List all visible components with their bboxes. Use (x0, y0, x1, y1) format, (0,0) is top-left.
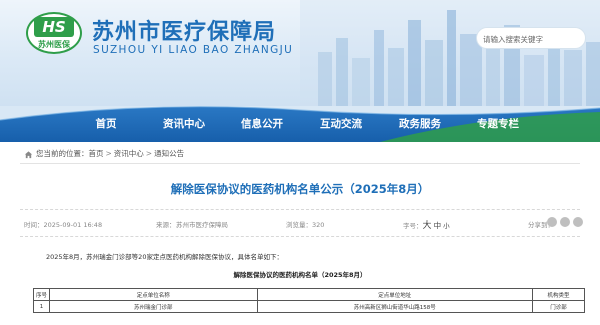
home-icon (24, 150, 33, 158)
breadcrumb-label: 您当前的位置： (36, 149, 89, 158)
site-subtitle: SUZHOU YI LIAO BAO ZHANGJU (93, 44, 294, 56)
font-size-control: 字号：大 中 小 (403, 218, 450, 231)
wechat-icon[interactable] (547, 217, 557, 227)
source-value: 苏州市医疗保障局 (176, 221, 228, 229)
main-nav: 首页 资讯中心 信息公开 互动交流 政务服务 专题专栏 (0, 106, 600, 142)
font-size-label: 字号： (403, 222, 423, 230)
font-size-large[interactable]: 大 (423, 221, 432, 231)
nav-item-special-topics[interactable]: 专题专栏 (470, 114, 526, 134)
source-label: 来源： (156, 221, 176, 229)
logo-mark: HS (34, 17, 74, 37)
breadcrumb: 您当前的位置：首页 > 资讯中心 > 通知公告 (24, 148, 184, 160)
breadcrumb-home[interactable]: 首页 (89, 149, 104, 158)
table-header-cell: 定点单位名称 (49, 288, 258, 301)
nav-item-info-disclosure[interactable]: 信息公开 (234, 114, 290, 134)
nav-item-interaction[interactable]: 互动交流 (313, 114, 369, 134)
logo-caption: 苏州医保 (38, 40, 70, 49)
table-header-cell: 机构类型 (532, 288, 585, 301)
divider (20, 163, 580, 164)
nav-item-services[interactable]: 政务服务 (392, 114, 448, 134)
table-row: 1 苏州瑞金门诊部 苏州高新区狮山街道华山路158号 门诊部 (32, 300, 585, 313)
weibo-icon[interactable] (560, 217, 570, 227)
table-header-row: 序号 定点单位名称 定点单位地址 机构类型 (32, 288, 585, 301)
search-input[interactable] (483, 31, 579, 47)
table-header-cell: 序号 (32, 288, 51, 301)
font-size-medium[interactable]: 中 (434, 221, 442, 230)
table-title: 解除医保协议的医药机构名单（2025年8月） (233, 271, 367, 279)
site-logo[interactable]: HS 苏州医保 (26, 12, 84, 56)
institution-table: 序号 定点单位名称 定点单位地址 机构类型 1 苏州瑞金门诊部 苏州高新区狮山街… (32, 288, 585, 313)
table-header-cell: 定点单位地址 (256, 288, 534, 301)
breadcrumb-separator: > (145, 149, 153, 158)
article-meta-bar: 时间：2025-09-01 16:48 来源： 苏州市医疗保障局 浏览量：320… (20, 209, 583, 237)
breadcrumb-separator: > (105, 149, 112, 158)
breadcrumb-notices[interactable]: 通知公告 (154, 149, 184, 158)
site-header: HS 苏州医保 苏州市医疗保障局 SUZHOU YI LIAO BAO ZHAN… (0, 0, 600, 106)
nav-item-news[interactable]: 资讯中心 (156, 114, 212, 134)
city-skyline-banner (300, 0, 600, 106)
publish-date: 时间：2025-09-01 16:48 (24, 221, 103, 229)
font-size-small[interactable]: 小 (443, 222, 450, 230)
table-cell: 苏州高新区狮山街道华山路158号 (256, 300, 534, 313)
article-intro: 2025年8月，苏州瑞金门诊部等20家定点医药机构解除医保协议，具体名单如下： (46, 253, 283, 261)
article-title: 解除医保协议的医药机构名单公示（2025年8月） (170, 182, 430, 196)
table-cell: 门诊部 (532, 300, 585, 313)
view-count: 浏览量：320 (286, 221, 325, 229)
breadcrumb-news[interactable]: 资讯中心 (114, 149, 144, 158)
qq-icon[interactable] (573, 217, 583, 227)
nav-item-home[interactable]: 首页 (88, 114, 124, 134)
table-cell: 1 (32, 300, 51, 313)
search-box (476, 27, 586, 49)
table-cell: 苏州瑞金门诊部 (49, 300, 258, 313)
site-title: 苏州市医疗保障局 (92, 20, 277, 45)
